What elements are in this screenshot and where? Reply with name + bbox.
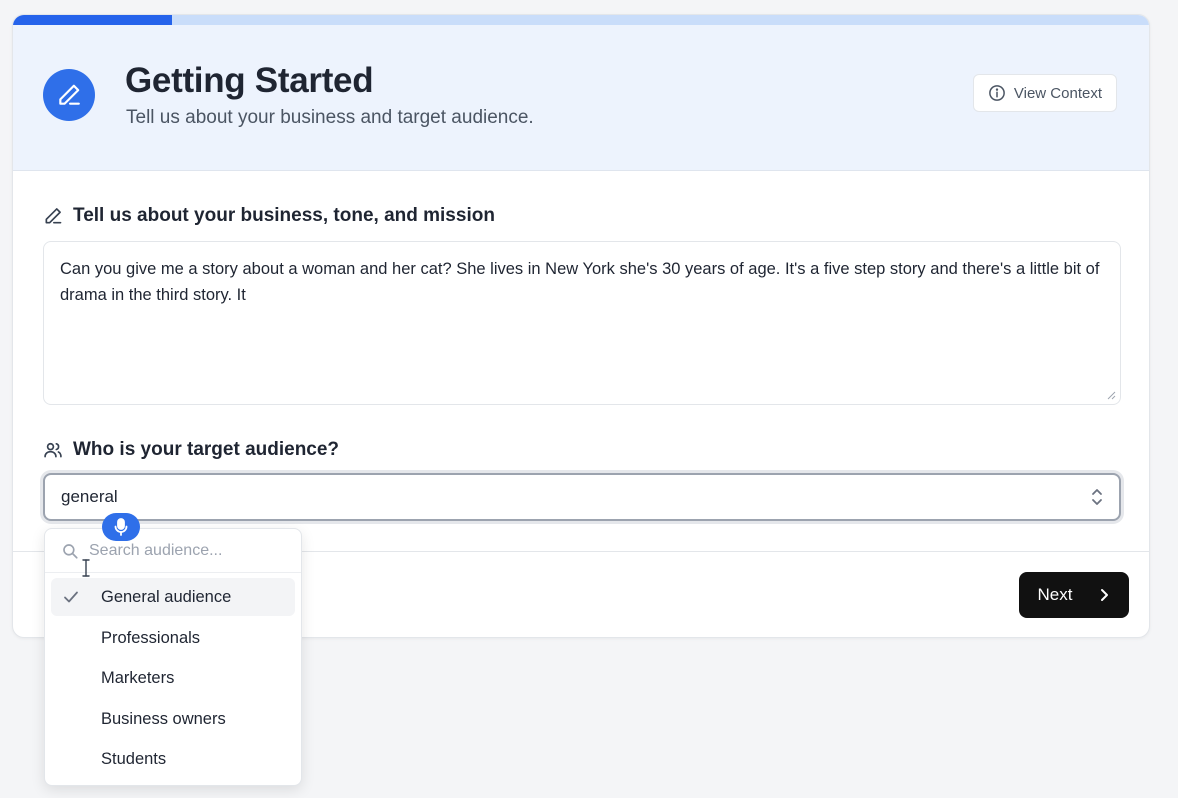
view-context-button[interactable]: View Context bbox=[972, 74, 1117, 112]
audience-option-label: General audience bbox=[101, 587, 232, 606]
audience-select-value: general bbox=[61, 487, 118, 506]
audience-option[interactable]: Business owners bbox=[51, 700, 295, 738]
checkmark-icon bbox=[64, 591, 78, 603]
business-description-textarea[interactable]: Can you give me a story about a woman an… bbox=[43, 241, 1121, 405]
search-icon bbox=[63, 543, 78, 559]
audience-option[interactable]: Professionals bbox=[51, 619, 295, 657]
audience-option[interactable]: Marketers bbox=[51, 659, 295, 697]
progress-bar bbox=[13, 15, 1149, 25]
audience-option-label: Marketers bbox=[101, 668, 175, 687]
progress-bar-fill bbox=[13, 15, 173, 25]
resize-handle-icon[interactable] bbox=[1106, 390, 1116, 400]
microphone-icon bbox=[114, 518, 128, 536]
next-button-label: Next bbox=[1037, 585, 1073, 604]
audience-section-label: Who is your target audience? bbox=[43, 439, 339, 461]
page-title: Getting Started bbox=[125, 61, 374, 100]
audience-option-label: Professionals bbox=[101, 628, 201, 647]
business-section-label: Tell us about your business, tone, and m… bbox=[43, 205, 495, 227]
business-label-text: Tell us about your business, tone, and m… bbox=[73, 205, 495, 226]
text-cursor-icon bbox=[82, 559, 90, 577]
view-context-label: View Context bbox=[1013, 84, 1102, 102]
chevron-up-down-icon bbox=[1092, 489, 1102, 505]
microphone-button[interactable] bbox=[102, 513, 140, 541]
audience-label-text: Who is your target audience? bbox=[73, 439, 340, 460]
audience-search-placeholder: Search audience... bbox=[89, 541, 223, 559]
next-button[interactable]: Next bbox=[1019, 572, 1129, 618]
audience-option-label: Students bbox=[101, 749, 167, 768]
audience-option-label: Business owners bbox=[101, 709, 226, 728]
audience-select[interactable]: general bbox=[43, 473, 1121, 521]
chevron-right-icon bbox=[1101, 589, 1109, 601]
pencil-icon bbox=[45, 208, 62, 224]
pencil-icon bbox=[43, 69, 95, 121]
info-circle-icon bbox=[989, 85, 1005, 101]
page-subtitle: Tell us about your business and target a… bbox=[126, 107, 534, 128]
business-description-text: Can you give me a story about a woman an… bbox=[60, 260, 1100, 304]
step-header: Getting Started Tell us about your busin… bbox=[13, 25, 1149, 171]
audience-option[interactable]: General audience bbox=[51, 578, 295, 616]
audience-option[interactable]: Students bbox=[51, 740, 295, 778]
users-icon bbox=[44, 442, 62, 458]
